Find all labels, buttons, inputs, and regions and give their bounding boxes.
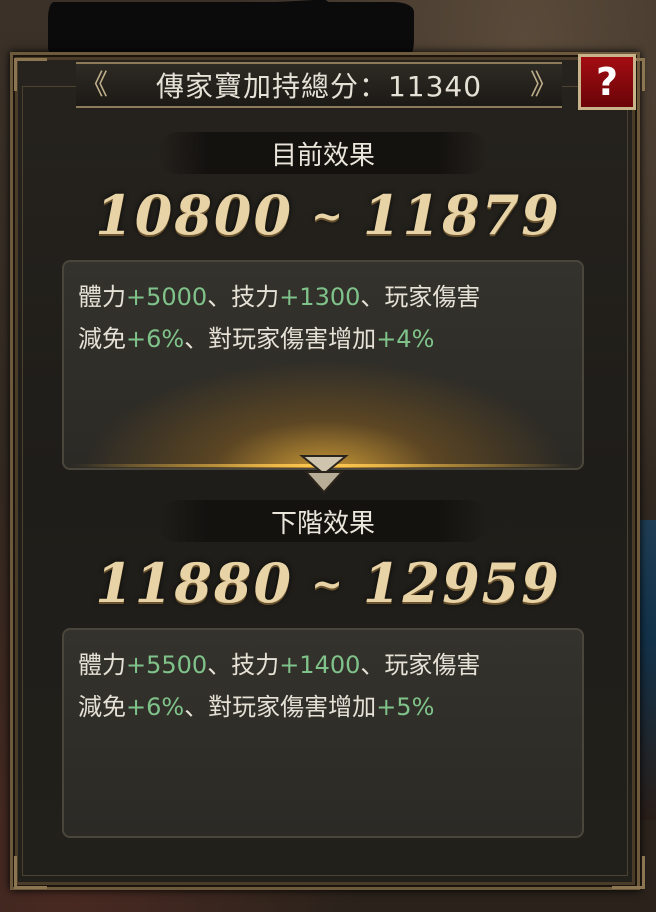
range-max: 12959 [362, 551, 561, 615]
next-effect-box: 體力+5500、技力+1400、玩家傷害 減免+6%、對玩家傷害增加+5% [62, 628, 584, 838]
stat-text: 體力 [78, 283, 126, 311]
range-min: 11880 [95, 551, 294, 615]
range-separator: ~ [311, 560, 345, 606]
stat-bonus: +5% [376, 693, 435, 721]
total-score-title: 傳家寶加持總分：11340 [155, 70, 483, 103]
stat-text: 減免 [78, 325, 126, 353]
stat-text: 、技力 [207, 283, 280, 311]
double-chevron-down-icon[interactable] [298, 452, 350, 496]
stat-text: 、玩家傷害 [360, 651, 481, 679]
effect-line: 體力+5000、技力+1300、玩家傷害 [78, 276, 568, 318]
frame-corner-ornament [612, 856, 645, 889]
stat-bonus: +1300 [279, 283, 361, 311]
next-score-range: 11880 ~ 12959 [60, 548, 596, 618]
range-max: 11879 [362, 183, 561, 247]
question-icon: ? [595, 60, 619, 104]
stat-text: 減免 [78, 693, 126, 721]
stat-text: 、技力 [207, 651, 280, 679]
effect-line: 減免+6%、對玩家傷害增加+5% [78, 686, 568, 728]
background-hud-strip [640, 520, 656, 820]
effect-line: 體力+5500、技力+1400、玩家傷害 [78, 644, 568, 686]
help-button[interactable]: ? [578, 54, 636, 110]
current-effect-box: 體力+5000、技力+1300、玩家傷害 減免+6%、對玩家傷害增加+4% [62, 260, 584, 470]
chevron-right-icon: 》 [529, 68, 558, 101]
stat-text: 、對玩家傷害增加 [184, 325, 377, 353]
current-score-range: 10800 ~ 11879 [60, 180, 596, 250]
current-effect-label: 目前效果 [158, 132, 488, 174]
stat-text: 、玩家傷害 [360, 283, 481, 311]
stat-bonus: +5000 [126, 283, 208, 311]
stat-bonus: +5500 [126, 651, 208, 679]
chevron-left-icon: 《 [80, 68, 109, 101]
range-min: 10800 [95, 183, 294, 247]
stat-bonus: +6% [126, 693, 185, 721]
next-tier-label: 下階效果 [158, 500, 488, 542]
stat-bonus: +4% [376, 325, 435, 353]
stat-bonus: +6% [126, 325, 185, 353]
range-separator: ~ [311, 192, 345, 238]
frame-corner-ornament [14, 58, 47, 91]
frame-corner-ornament [14, 856, 47, 889]
stat-bonus: +1400 [279, 651, 361, 679]
stat-text: 體力 [78, 651, 126, 679]
stat-text: 、對玩家傷害增加 [184, 693, 377, 721]
title-bar: 《 傳家寶加持總分：11340 》 [76, 62, 562, 108]
effect-line: 減免+6%、對玩家傷害增加+4% [78, 318, 568, 360]
